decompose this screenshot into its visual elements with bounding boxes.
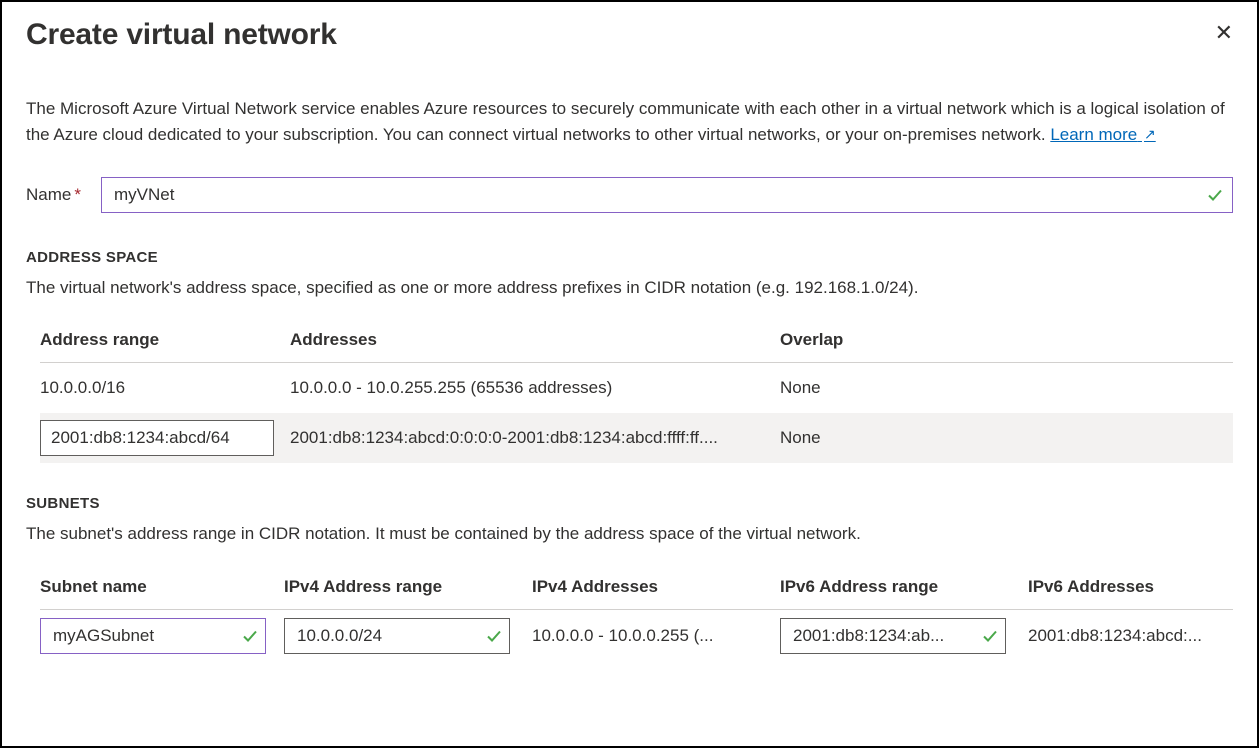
page-title: Create virtual network: [26, 18, 337, 52]
subnet-name-input[interactable]: [40, 618, 266, 654]
subnets-header-row: Subnet name IPv4 Address range IPv4 Addr…: [40, 573, 1233, 610]
external-link-icon: ↗: [1144, 126, 1156, 142]
addresses-value: 10.0.0.0 - 10.0.255.255 (65536 addresses…: [290, 378, 780, 398]
ipv4-range-input[interactable]: [284, 618, 510, 654]
col-addresses: Addresses: [290, 330, 780, 350]
address-space-row: 2001:db8:1234:abcd:0:0:0:0-2001:db8:1234…: [40, 413, 1233, 463]
name-label-text: Name: [26, 185, 71, 204]
addresses-value: 2001:db8:1234:abcd:0:0:0:0-2001:db8:1234…: [290, 428, 780, 448]
intro-text: The Microsoft Azure Virtual Network serv…: [26, 99, 1225, 144]
address-space-table: Address range Addresses Overlap 10.0.0.0…: [40, 326, 1233, 463]
overlap-value: None: [780, 428, 1233, 448]
subnets-heading: SUBNETS: [26, 495, 1233, 512]
address-space-row: 10.0.0.0/16 10.0.0.0 - 10.0.255.255 (655…: [40, 363, 1233, 413]
name-label: Name*: [26, 185, 81, 205]
col-ipv4-addresses: IPv4 Addresses: [532, 577, 780, 597]
address-range-value: 10.0.0.0/16: [40, 378, 290, 398]
address-space-desc: The virtual network's address space, spe…: [26, 276, 1233, 301]
col-address-range: Address range: [40, 330, 290, 350]
address-space-heading: ADDRESS SPACE: [26, 249, 1233, 266]
name-input[interactable]: [101, 177, 1233, 213]
col-ipv6-range: IPv6 Address range: [780, 577, 1028, 597]
address-range-input[interactable]: [40, 420, 274, 456]
intro-paragraph: The Microsoft Azure Virtual Network serv…: [26, 96, 1233, 149]
overlap-value: None: [780, 378, 1233, 398]
close-icon[interactable]: ✕: [1215, 18, 1233, 44]
subnets-desc: The subnet's address range in CIDR notat…: [26, 522, 1233, 547]
col-ipv6-addresses: IPv6 Addresses: [1028, 577, 1233, 597]
address-space-header-row: Address range Addresses Overlap: [40, 326, 1233, 363]
col-ipv4-range: IPv4 Address range: [284, 577, 532, 597]
ipv4-addresses-value: 10.0.0.0 - 10.0.0.255 (...: [532, 626, 780, 646]
ipv6-range-input[interactable]: [780, 618, 1006, 654]
ipv6-addresses-value: 2001:db8:1234:abcd:...: [1028, 626, 1233, 646]
learn-more-link[interactable]: Learn more ↗: [1050, 125, 1155, 144]
col-subnet-name: Subnet name: [40, 577, 284, 597]
required-asterisk: *: [74, 185, 81, 204]
subnets-table: Subnet name IPv4 Address range IPv4 Addr…: [40, 573, 1233, 654]
learn-more-label: Learn more: [1050, 125, 1137, 144]
subnet-row: 10.0.0.0 - 10.0.0.255 (... 2001:db8:1234…: [40, 610, 1233, 654]
col-overlap: Overlap: [780, 330, 1233, 350]
